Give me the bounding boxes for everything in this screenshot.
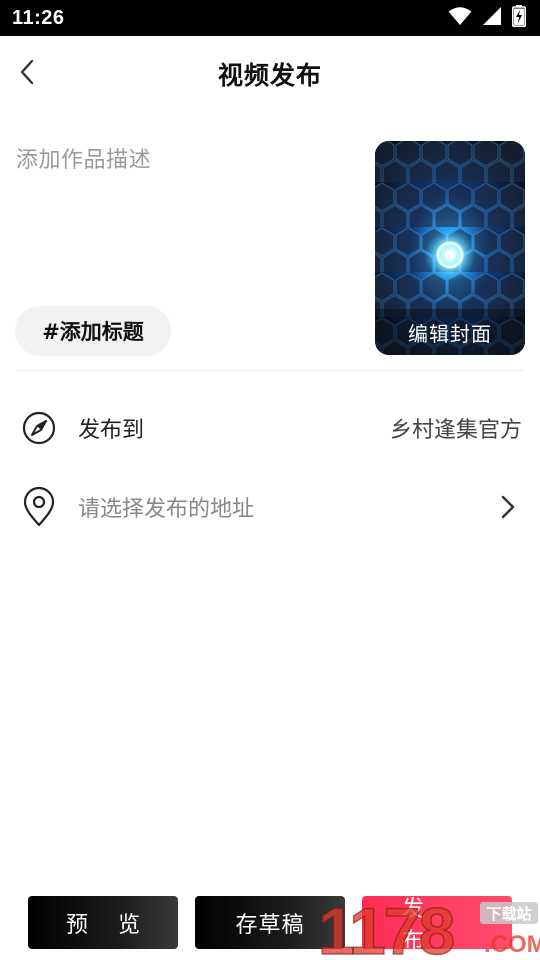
- battery-charging-icon: [512, 5, 526, 31]
- publish-to-value: 乡村逢集官方: [389, 418, 522, 443]
- cellular-signal-icon: [482, 6, 502, 30]
- save-draft-button[interactable]: 存草稿: [195, 896, 345, 949]
- publish-button[interactable]: 发布: [362, 896, 512, 954]
- chevron-right-icon: [498, 492, 518, 522]
- chevron-left-icon: [19, 59, 35, 89]
- compass-icon: [20, 409, 58, 447]
- edit-cover-label: 编辑封面: [375, 309, 525, 355]
- page-title: 视频发布: [217, 61, 322, 90]
- publish-to-row[interactable]: 发布到 乡村逢集官方: [0, 398, 540, 458]
- status-icons: [448, 5, 526, 31]
- wifi-icon: [448, 6, 472, 30]
- video-publish-screen: 11:26 视频发布 添加作品描述 #添加标题 编辑封面 发布到 乡村逢集官方 …: [0, 0, 540, 960]
- description-input[interactable]: 添加作品描述: [16, 142, 151, 174]
- publish-to-label: 发布到: [78, 418, 145, 443]
- header: 视频发布: [0, 36, 540, 112]
- cover-thumbnail[interactable]: 编辑封面: [375, 141, 525, 355]
- location-pin-icon: [20, 487, 58, 527]
- preview-button[interactable]: 预览: [28, 896, 178, 949]
- location-row[interactable]: 请选择发布的地址: [0, 477, 540, 537]
- status-time: 11:26: [12, 6, 65, 29]
- status-bar: 11:26: [0, 0, 540, 36]
- divider: [16, 370, 524, 371]
- bottom-action-bar: 预览 存草稿 发布: [0, 896, 540, 954]
- location-placeholder: 请选择发布的地址: [78, 497, 255, 522]
- back-button[interactable]: [10, 56, 44, 92]
- add-topic-button[interactable]: #添加标题: [15, 306, 171, 356]
